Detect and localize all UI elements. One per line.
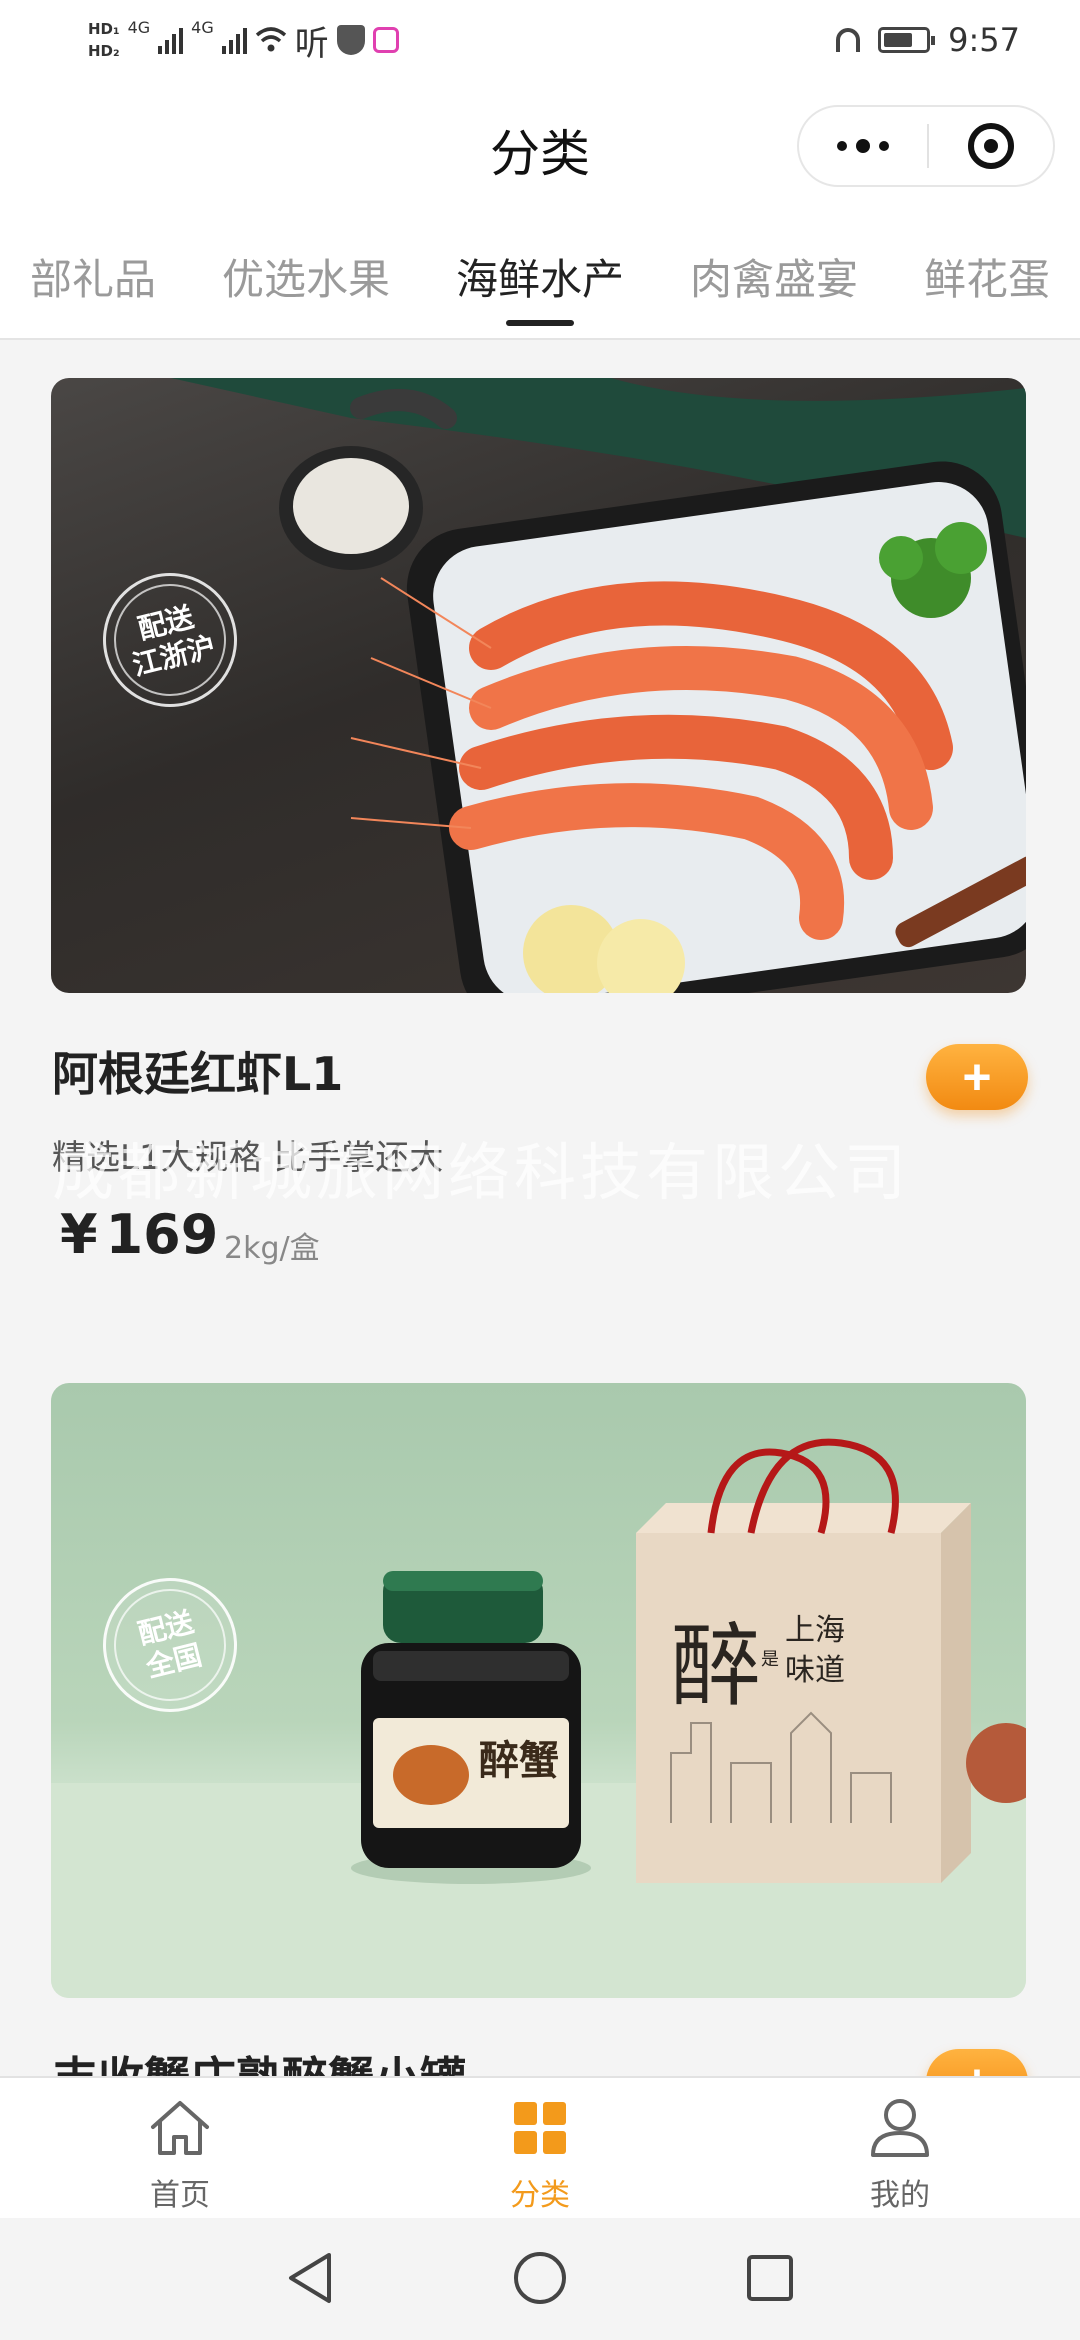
nav-home-label: 首页 xyxy=(150,2178,210,2213)
system-nav-bar xyxy=(0,2218,1080,2340)
back-button[interactable] xyxy=(280,2248,340,2308)
header: 分类 xyxy=(0,80,1080,230)
network-type-2: 4G xyxy=(191,18,214,37)
recents-button[interactable] xyxy=(740,2248,800,2308)
add-to-cart-button[interactable]: + xyxy=(926,1044,1028,1110)
user-icon xyxy=(868,2096,932,2160)
tab-gifts[interactable]: 部礼品 xyxy=(30,246,156,307)
nav-mine[interactable]: 我的 xyxy=(800,2096,1000,2214)
headphones-icon xyxy=(836,28,861,52)
nav-mine-label: 我的 xyxy=(870,2178,930,2213)
home-system-button[interactable] xyxy=(510,2248,570,2308)
miniprogram-capsule xyxy=(797,105,1055,187)
network-type-1: 4G xyxy=(127,18,151,37)
nav-category[interactable]: 分类 xyxy=(440,2096,640,2214)
product-name: 阿根廷红虾L1 xyxy=(52,1047,344,1101)
battery-icon xyxy=(878,27,936,53)
target-icon xyxy=(968,123,1014,169)
more-dot-icon xyxy=(837,141,847,151)
recents-square-icon xyxy=(747,2255,793,2301)
tab-meat[interactable]: 肉禽盛宴 xyxy=(690,246,858,307)
signal-1-icon xyxy=(158,26,184,54)
bottom-tab-bar: 首页 分类 我的 xyxy=(0,2076,1080,2220)
status-bar: HD₁ HD₂ 4G 4G 听 9:57 xyxy=(0,0,1080,80)
watermark: 成都新城旅网络科技有限公司 xyxy=(52,1136,911,1209)
shield-icon xyxy=(336,25,365,55)
hd-indicator: HD₁ HD₂ xyxy=(88,18,120,62)
clock: 9:57 xyxy=(948,21,1020,59)
product-unit: 2kg/盒 xyxy=(224,1231,320,1266)
home-icon xyxy=(148,2096,212,2160)
more-dot-icon xyxy=(879,141,889,151)
bag-big-char: 醉 xyxy=(671,1614,761,1719)
product-image-shrimp[interactable]: 配送 江浙沪 xyxy=(51,378,1026,993)
product-card[interactable]: 醉蟹 醉 是 上海 味道 配送全国 丰收蟹庄熟醉蟹小罐 + xyxy=(0,1383,1080,2115)
nav-home[interactable]: 首页 xyxy=(80,2096,280,2214)
product-image-crab[interactable]: 醉蟹 醉 是 上海 味道 配送 全国 xyxy=(51,1383,1026,1998)
status-left: HD₁ HD₂ 4G 4G 听 xyxy=(88,10,399,70)
status-right: 9:57 xyxy=(836,10,1020,70)
more-button[interactable] xyxy=(799,139,927,153)
signal-2-icon xyxy=(221,26,247,54)
product-price: ¥169 xyxy=(60,1203,218,1266)
bag-small-char: 是 xyxy=(761,1649,779,1670)
active-tab-indicator xyxy=(506,320,574,326)
bag-text-1: 上海 xyxy=(785,1613,845,1648)
price-value: 169 xyxy=(105,1203,219,1266)
listen-icon: 听 xyxy=(294,23,329,64)
more-dot-icon xyxy=(856,139,870,153)
home-circle-icon xyxy=(514,2252,566,2304)
back-triangle-icon xyxy=(289,2253,331,2303)
app-notification-icon xyxy=(372,27,399,53)
bag-text-2: 味道 xyxy=(785,1653,845,1688)
currency-symbol: ¥ xyxy=(60,1203,98,1266)
tab-fruits[interactable]: 优选水果 xyxy=(222,246,390,307)
hd-bottom: HD₂ xyxy=(88,42,120,60)
category-grid-icon xyxy=(508,2096,572,2160)
tab-seafood[interactable]: 海鲜水产 xyxy=(456,246,624,307)
wifi-icon xyxy=(255,27,286,52)
jar-label: 醉蟹 xyxy=(479,1737,559,1784)
category-tabs: 部礼品 优选水果 海鲜水产 肉禽盛宴 鲜花蛋 xyxy=(0,230,1080,340)
tab-flowers-eggs[interactable]: 鲜花蛋 xyxy=(924,246,1050,307)
close-miniprogram-button[interactable] xyxy=(929,123,1053,169)
nav-category-label: 分类 xyxy=(510,2178,570,2213)
hd-top: HD₁ xyxy=(88,20,120,38)
